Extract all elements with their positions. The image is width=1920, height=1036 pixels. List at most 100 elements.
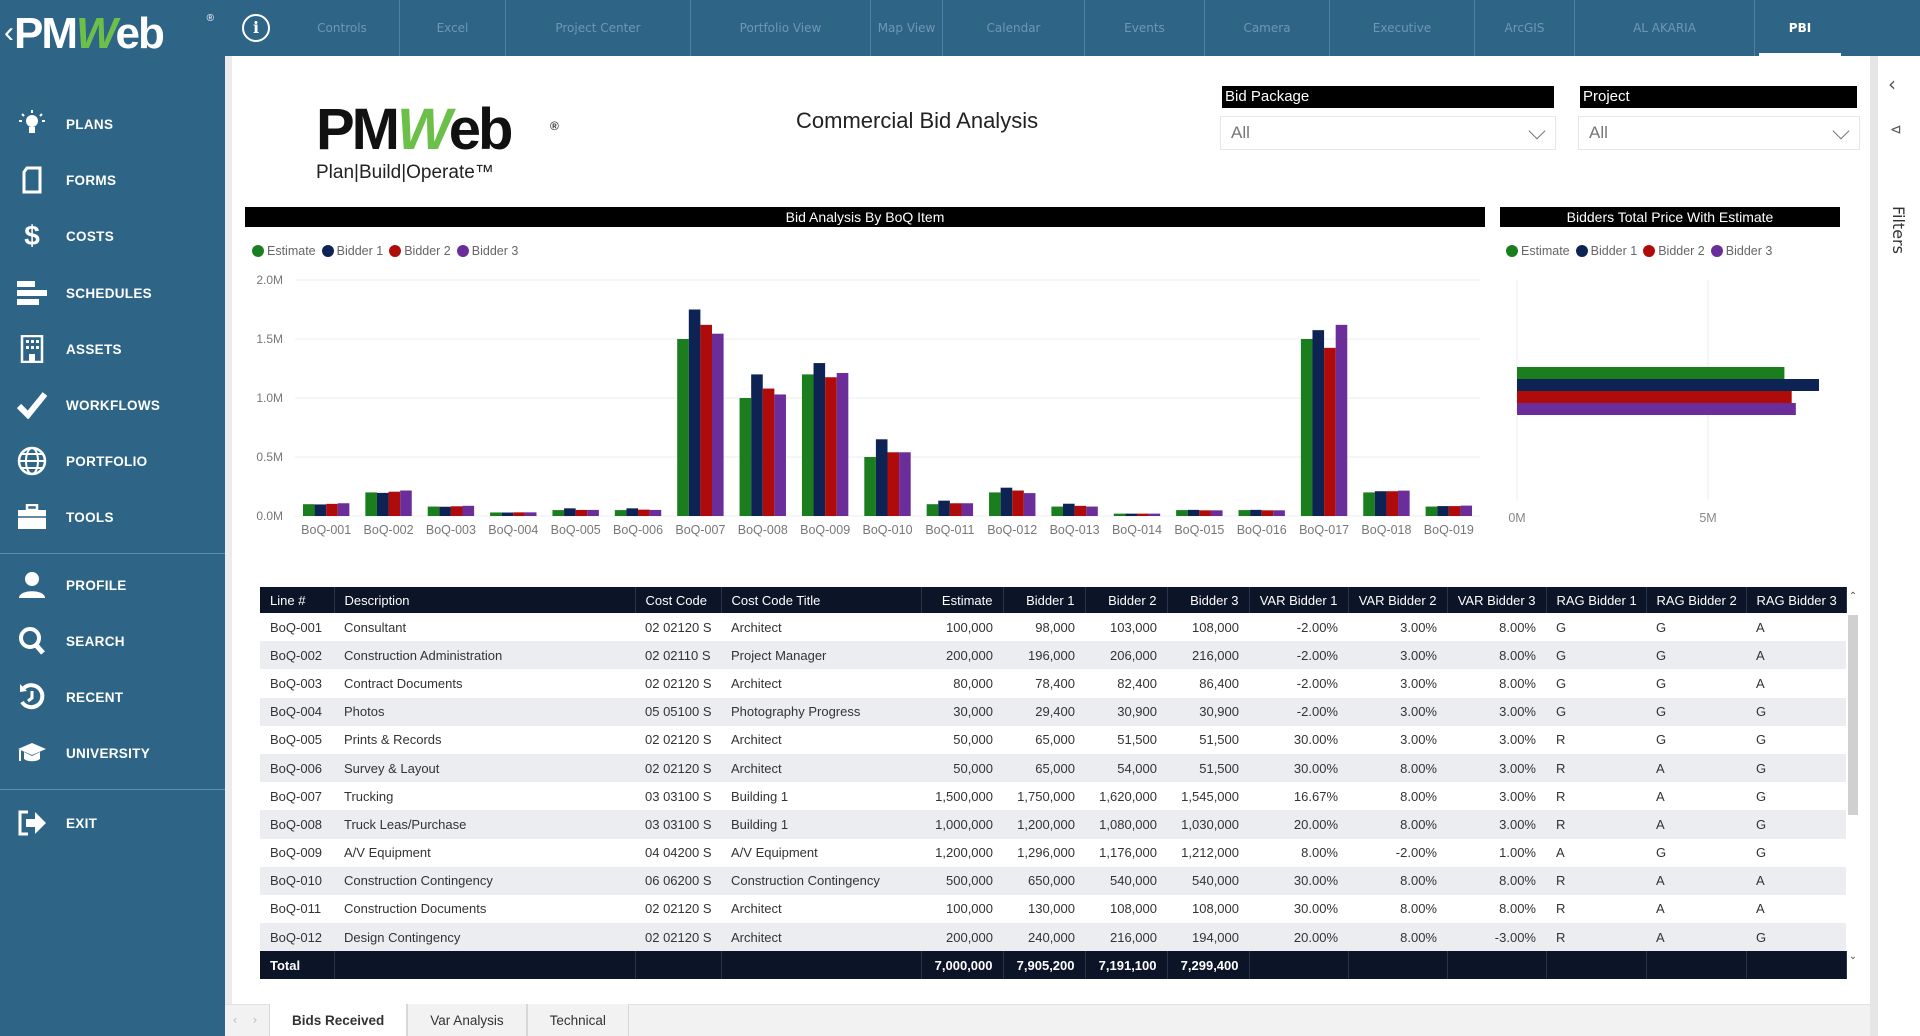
hbar-bidder-1[interactable]	[1517, 379, 1819, 391]
sidebar-item-university[interactable]: UNIVERSITY	[0, 729, 225, 777]
table-row[interactable]: BoQ-010 Construction Contingency 06 06200 …	[260, 866, 1846, 895]
scroll-up-icon[interactable]: ⌃	[1846, 591, 1860, 607]
bar-boq-019-bidder-1[interactable]	[1437, 506, 1449, 516]
hbar-bidder-3[interactable]	[1517, 403, 1796, 415]
scrollbar-thumb[interactable]	[1848, 615, 1858, 815]
column-header-cost-code-title[interactable]: Cost Code Title	[721, 587, 922, 613]
bid-package-dropdown[interactable]: All	[1220, 116, 1556, 150]
nav-tab-events[interactable]: Events	[1085, 0, 1205, 56]
bar-boq-003-bidder-2[interactable]	[450, 506, 463, 516]
bar-boq-012-estimate[interactable]	[989, 492, 1001, 516]
sidebar-item-costs[interactable]: $ COSTS	[0, 212, 225, 260]
nav-tab-executive[interactable]: Executive	[1330, 0, 1475, 56]
bar-boq-008-bidder-3[interactable]	[774, 394, 786, 516]
sidebar-item-recent[interactable]: RECENT	[0, 673, 225, 721]
legend-item-estimate[interactable]: Estimate	[1506, 244, 1570, 258]
nav-tab-al-akaria[interactable]: AL AKARIA	[1575, 0, 1755, 56]
next-page-icon[interactable]: ›	[245, 1004, 265, 1036]
bar-boq-016-bidder-2[interactable]	[1261, 510, 1274, 516]
bar-boq-005-bidder-2[interactable]	[575, 509, 588, 516]
bar-boq-005-bidder-1[interactable]	[564, 508, 576, 516]
bar-boq-003-bidder-3[interactable]	[462, 505, 475, 516]
bar-boq-009-bidder-3[interactable]	[836, 372, 849, 516]
bar-boq-012-bidder-3[interactable]	[1023, 493, 1036, 516]
table-row[interactable]: BoQ-003 Contract Documents 02 02120 S Archi…	[260, 669, 1846, 697]
bar-boq-006-bidder-1[interactable]	[626, 508, 639, 516]
table-row[interactable]: BoQ-001 Consultant 02 02120 S Architect 100,…	[260, 613, 1846, 641]
column-header-line[interactable]: Line #	[260, 587, 335, 613]
bar-boq-018-bidder-2[interactable]	[1386, 491, 1399, 516]
bar-boq-014-bidder-1[interactable]	[1125, 513, 1137, 516]
nav-tab-excel[interactable]: Excel	[400, 0, 506, 56]
bar-boq-015-bidder-1[interactable]	[1187, 509, 1200, 516]
bar-boq-001-bidder-3[interactable]	[337, 503, 350, 516]
bar-boq-017-estimate[interactable]	[1300, 339, 1313, 516]
bar-boq-019-bidder-2[interactable]	[1448, 506, 1461, 516]
sidebar-item-workflows[interactable]: WORKFLOWS	[0, 381, 225, 429]
bar-boq-019-bidder-3[interactable]	[1460, 505, 1473, 516]
bar-boq-006-estimate[interactable]	[614, 510, 627, 516]
nav-tab-portfolio-view[interactable]: Portfolio View	[691, 0, 871, 56]
page-tab-technical[interactable]: Technical	[526, 1004, 629, 1036]
prev-page-icon[interactable]: ‹	[225, 1004, 245, 1036]
nav-tab-calendar[interactable]: Calendar	[943, 0, 1085, 56]
legend-item-bidder-3[interactable]: Bidder 3	[456, 244, 518, 258]
column-header-rag-bidder-3[interactable]: RAG Bidder 3	[1746, 587, 1847, 613]
bar-boq-011-bidder-3[interactable]	[961, 503, 974, 516]
table-scrollbar[interactable]: ⌃ ⌄	[1846, 587, 1860, 977]
bar-boq-003-bidder-1[interactable]	[439, 506, 451, 516]
hbar-estimate[interactable]	[1517, 367, 1785, 379]
bar-boq-015-estimate[interactable]	[1176, 510, 1188, 516]
bar-boq-014-estimate[interactable]	[1113, 513, 1126, 516]
bar-boq-017-bidder-3[interactable]	[1335, 324, 1348, 516]
table-row[interactable]: BoQ-006 Survey & Layout 02 02120 S Architec…	[260, 753, 1846, 783]
bar-boq-005-bidder-3[interactable]	[587, 509, 599, 516]
bar-boq-013-bidder-1[interactable]	[1063, 503, 1075, 516]
sidebar-item-portfolio[interactable]: PORTFOLIO	[0, 437, 225, 485]
legend-item-bidder-2[interactable]: Bidder 2	[389, 244, 451, 258]
column-header-bidder-2[interactable]: Bidder 2	[1085, 587, 1168, 613]
info-icon[interactable]: i	[242, 14, 270, 42]
legend-item-estimate[interactable]: Estimate	[252, 244, 316, 258]
bar-boq-019-estimate[interactable]	[1425, 506, 1438, 516]
nav-tab-pbi[interactable]: PBI	[1755, 0, 1845, 56]
bar-boq-002-bidder-2[interactable]	[388, 491, 401, 516]
table-row[interactable]: BoQ-008 Truck Leas/Purchase 03 03100 S Buil…	[260, 810, 1846, 839]
pmweb-app-logo[interactable]: ‹PMWeb ®	[4, 4, 214, 62]
table-row[interactable]: BoQ-009 A/V Equipment 04 04200 S A/V Equipm…	[260, 839, 1846, 867]
bar-boq-007-estimate[interactable]	[677, 339, 689, 516]
filters-label[interactable]: Filters	[1889, 206, 1908, 254]
column-header-bidder-3[interactable]: Bidder 3	[1167, 587, 1250, 613]
nav-tab-map-view[interactable]: Map View	[871, 0, 943, 56]
column-header-description[interactable]: Description	[334, 587, 636, 613]
bar-boq-004-estimate[interactable]	[490, 512, 502, 516]
nav-tab-arcgis[interactable]: ArcGIS	[1475, 0, 1575, 56]
nav-tab-camera[interactable]: Camera	[1205, 0, 1330, 56]
bar-boq-007-bidder-3[interactable]	[711, 333, 724, 516]
bar-boq-002-estimate[interactable]	[365, 492, 377, 516]
bar-boq-013-estimate[interactable]	[1051, 506, 1064, 516]
bar-boq-015-bidder-2[interactable]	[1199, 510, 1211, 516]
column-header-cost-code[interactable]: Cost Code	[635, 587, 722, 613]
nav-tab-project-center[interactable]: Project Center	[506, 0, 691, 56]
bar-boq-009-estimate[interactable]	[801, 374, 814, 516]
table-row[interactable]: BoQ-005 Prints & Records 02 02120 S Archite…	[260, 726, 1846, 754]
bar-boq-011-estimate[interactable]	[926, 504, 939, 516]
sidebar-item-search[interactable]: SEARCH	[0, 617, 225, 665]
bar-boq-008-bidder-2[interactable]	[762, 388, 775, 516]
bar-boq-017-bidder-2[interactable]	[1324, 347, 1336, 516]
scroll-down-icon[interactable]: ⌄	[1846, 951, 1860, 967]
column-header-var-bidder-3[interactable]: VAR Bidder 3	[1447, 587, 1547, 613]
bar-boq-001-bidder-2[interactable]	[326, 503, 338, 516]
bar-boq-011-bidder-1[interactable]	[938, 500, 950, 516]
table-row[interactable]: BoQ-007 Trucking 03 03100 S Building 1 1,500…	[260, 782, 1846, 810]
bar-boq-016-bidder-1[interactable]	[1250, 509, 1262, 516]
bar-boq-007-bidder-2[interactable]	[700, 324, 712, 516]
bar-boq-005-estimate[interactable]	[552, 510, 565, 516]
bar-boq-001-bidder-1[interactable]	[314, 504, 327, 516]
bar-boq-009-bidder-1[interactable]	[813, 363, 826, 516]
filters-pane[interactable]: ‹ ⊲ Filters	[1870, 56, 1920, 1036]
column-header-rag-bidder-2[interactable]: RAG Bidder 2	[1646, 587, 1747, 613]
bar-boq-015-bidder-3[interactable]	[1210, 510, 1223, 516]
bar-boq-013-bidder-2[interactable]	[1074, 505, 1087, 516]
